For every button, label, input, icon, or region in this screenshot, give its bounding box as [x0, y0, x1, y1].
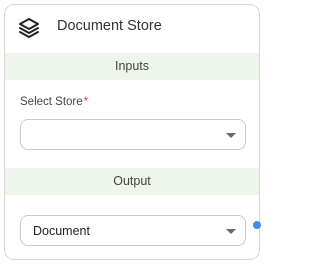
- document-store-node[interactable]: Document Store Inputs Select Store* Outp…: [4, 4, 260, 260]
- chevron-down-icon: [226, 229, 236, 234]
- chevron-down-icon: [226, 133, 236, 138]
- output-connection-handle[interactable]: [253, 221, 261, 229]
- output-type-dropdown[interactable]: Document: [20, 215, 246, 246]
- select-store-dropdown[interactable]: [20, 119, 246, 150]
- select-store-label-text: Select Store: [20, 96, 83, 108]
- node-title: Document Store: [57, 18, 162, 34]
- required-indicator: *: [83, 96, 89, 108]
- layers-icon: [17, 16, 41, 40]
- node-header: Document Store: [5, 5, 259, 49]
- inputs-section-header: Inputs: [5, 53, 259, 80]
- output-section-header: Output: [5, 168, 259, 195]
- select-store-label: Select Store*: [20, 96, 88, 108]
- output-type-value: Document: [33, 224, 90, 238]
